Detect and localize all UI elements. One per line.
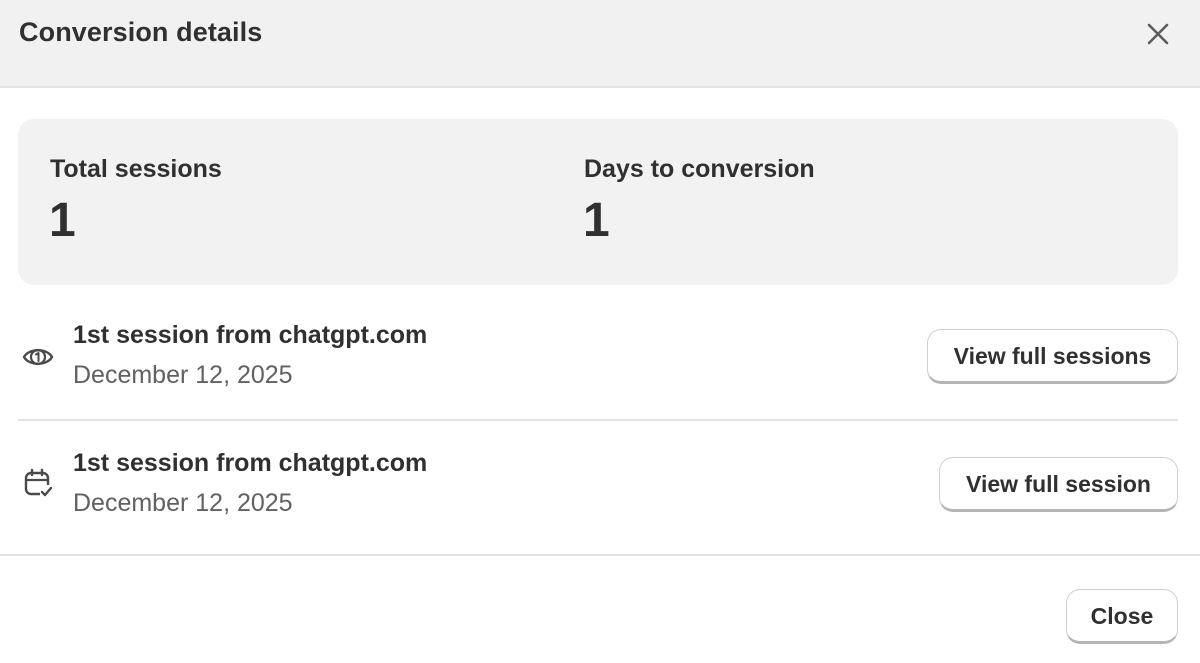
- session-row: 1st session from chatgpt.com December 12…: [0, 428, 1200, 554]
- numbered-eye-icon: [21, 340, 55, 374]
- session-title: 1st session from chatgpt.com: [73, 449, 428, 477]
- conversion-details-dialog: Conversion details Total sessions 1 Days…: [0, 0, 1200, 663]
- total-sessions-label: Total sessions: [50, 155, 222, 183]
- days-to-conversion-label: Days to conversion: [584, 155, 815, 183]
- session-date: December 12, 2025: [73, 361, 293, 389]
- session-row: 1st session from chatgpt.com December 12…: [0, 300, 1200, 420]
- session-date: December 12, 2025: [73, 489, 293, 517]
- total-sessions-value: 1: [49, 194, 76, 247]
- view-full-sessions-button[interactable]: View full sessions: [927, 329, 1178, 384]
- session-title: 1st session from chatgpt.com: [73, 321, 428, 349]
- conversion-summary-card: Total sessions 1 Days to conversion 1: [18, 119, 1178, 285]
- calendar-check-icon: [21, 466, 55, 500]
- row-divider: [18, 419, 1178, 421]
- dialog-header: Conversion details: [0, 0, 1200, 88]
- footer-divider: [0, 554, 1200, 556]
- view-full-session-button[interactable]: View full session: [939, 457, 1178, 512]
- dialog-title: Conversion details: [19, 17, 263, 47]
- close-icon[interactable]: [1138, 14, 1178, 54]
- close-button[interactable]: Close: [1066, 589, 1178, 644]
- days-to-conversion-value: 1: [583, 194, 610, 247]
